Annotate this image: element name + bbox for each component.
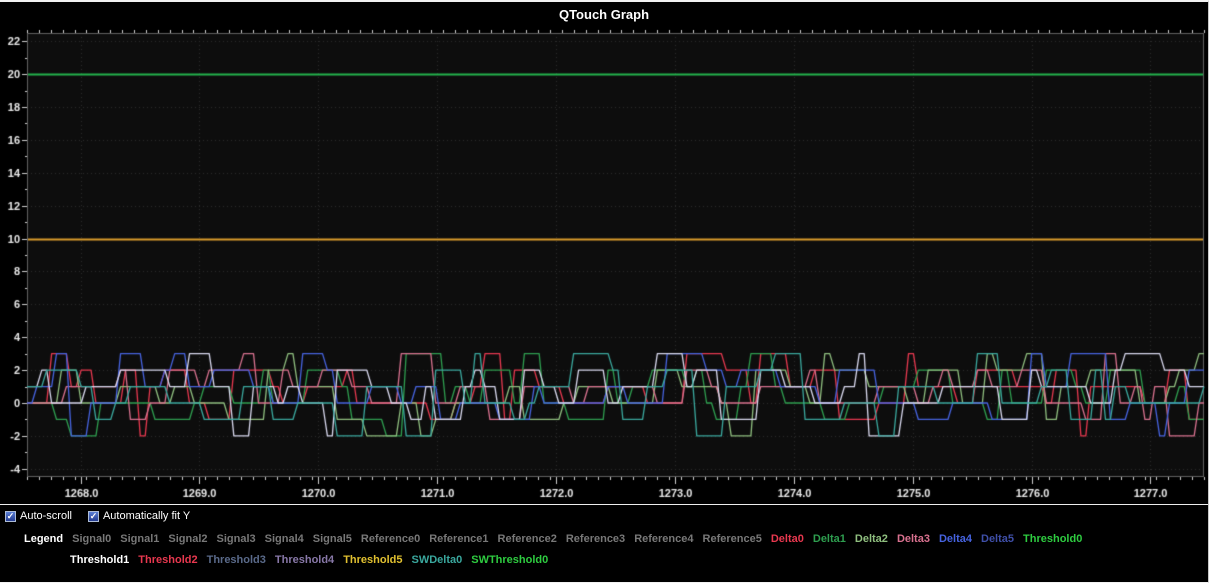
window-titlebar: QTouch Graph [0, 2, 1208, 26]
legend-item-signal0[interactable]: Signal0 [72, 533, 111, 545]
legend-item-threshold0[interactable]: Threshold0 [1023, 533, 1082, 545]
legend-item-threshold5[interactable]: Threshold5 [343, 554, 402, 566]
legend-row-1: Legend Signal0 Signal1 Signal2 Signal3 Signa… [24, 533, 1208, 545]
legend-item-threshold1[interactable]: Threshold1 [70, 554, 129, 566]
legend-item-delta0[interactable]: Delta0 [771, 533, 804, 545]
legend-item-threshold3[interactable]: Threshold3 [207, 554, 266, 566]
legend-item-threshold2[interactable]: Threshold2 [138, 554, 197, 566]
legend-item-swdelta0[interactable]: SWDelta0 [411, 554, 462, 566]
window-title: QTouch Graph [559, 7, 649, 22]
legend-item-reference5[interactable]: Reference5 [703, 533, 762, 545]
legend-item-signal5[interactable]: Signal5 [313, 533, 352, 545]
autoscroll-checkbox[interactable]: ✓ [5, 511, 16, 522]
autoscroll-control: ✓ Auto-scroll [5, 510, 72, 522]
controls-bar: ✓ Auto-scroll ✓ Automatically fit Y [0, 504, 1208, 527]
graph-canvas[interactable] [0, 26, 1208, 504]
legend-item-reference2[interactable]: Reference2 [498, 533, 557, 545]
legend-item-reference0[interactable]: Reference0 [361, 533, 420, 545]
legend-item-delta4[interactable]: Delta4 [939, 533, 972, 545]
legend-item-signal2[interactable]: Signal2 [168, 533, 207, 545]
legend-item-reference4[interactable]: Reference4 [634, 533, 693, 545]
legend-item-threshold4[interactable]: Threshold4 [275, 554, 334, 566]
fit-y-control: ✓ Automatically fit Y [88, 510, 190, 522]
legend-item-swthreshold0[interactable]: SWThreshold0 [471, 554, 548, 566]
legend-item-signal3[interactable]: Signal3 [217, 533, 256, 545]
legend-item-delta1[interactable]: Delta1 [813, 533, 846, 545]
legend-item-delta2[interactable]: Delta2 [855, 533, 888, 545]
legend-panel: Legend Signal0 Signal1 Signal2 Signal3 Signa… [0, 527, 1208, 566]
legend-item-signal4[interactable]: Signal4 [265, 533, 304, 545]
fit-y-label: Automatically fit Y [103, 510, 190, 522]
autoscroll-label: Auto-scroll [20, 510, 72, 522]
legend-item-signal1[interactable]: Signal1 [120, 533, 159, 545]
legend-item-reference3[interactable]: Reference3 [566, 533, 625, 545]
legend-item-reference1[interactable]: Reference1 [429, 533, 488, 545]
fit-y-checkbox[interactable]: ✓ [88, 511, 99, 522]
legend-header: Legend [24, 533, 63, 545]
qtouch-graph-window: QTouch Graph ✓ Auto-scroll ✓ Automatical… [0, 0, 1209, 583]
legend-item-delta3[interactable]: Delta3 [897, 533, 930, 545]
legend-item-delta5[interactable]: Delta5 [981, 533, 1014, 545]
legend-row-2: Threshold1 Threshold2 Threshold3 Threshold4… [70, 554, 1208, 566]
